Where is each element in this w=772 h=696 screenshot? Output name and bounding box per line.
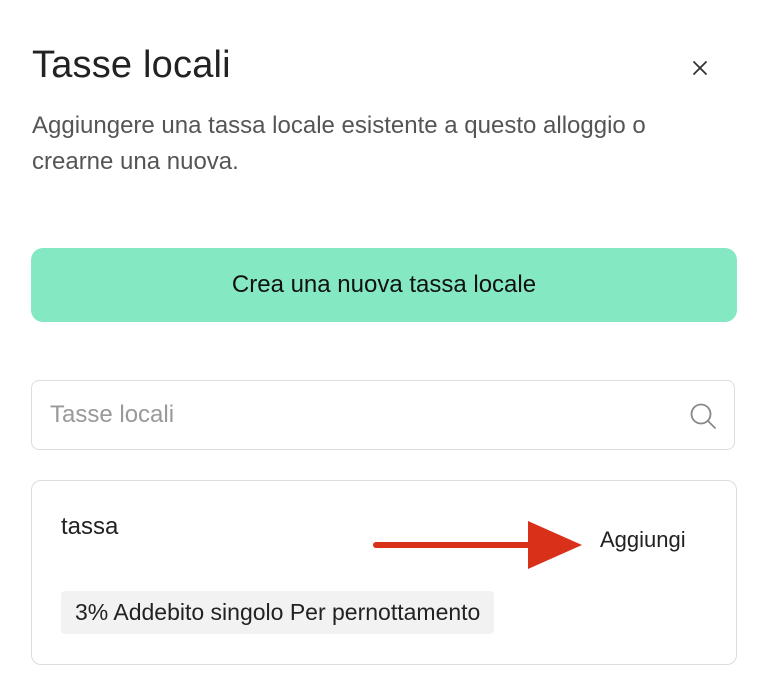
search-field [31, 380, 735, 450]
local-tax-name: tassa [61, 513, 119, 540]
search-input[interactable] [50, 381, 670, 449]
create-local-tax-button[interactable]: Crea una nuova tassa locale [31, 248, 737, 322]
search-icon[interactable] [688, 401, 718, 431]
close-icon [693, 61, 707, 75]
dialog-title: Tasse locali [32, 44, 231, 86]
add-local-tax-button[interactable]: Aggiungi [600, 527, 686, 553]
dialog-subtitle: Aggiungere una tassa locale esistente a … [32, 112, 646, 175]
local-tax-card: tassa Aggiungi 3% Addebito singolo Per p… [31, 480, 737, 665]
local-tax-details-badge: 3% Addebito singolo Per pernottamento [61, 591, 495, 634]
close-button[interactable] [684, 52, 716, 84]
annotation-arrow-icon [373, 521, 582, 569]
